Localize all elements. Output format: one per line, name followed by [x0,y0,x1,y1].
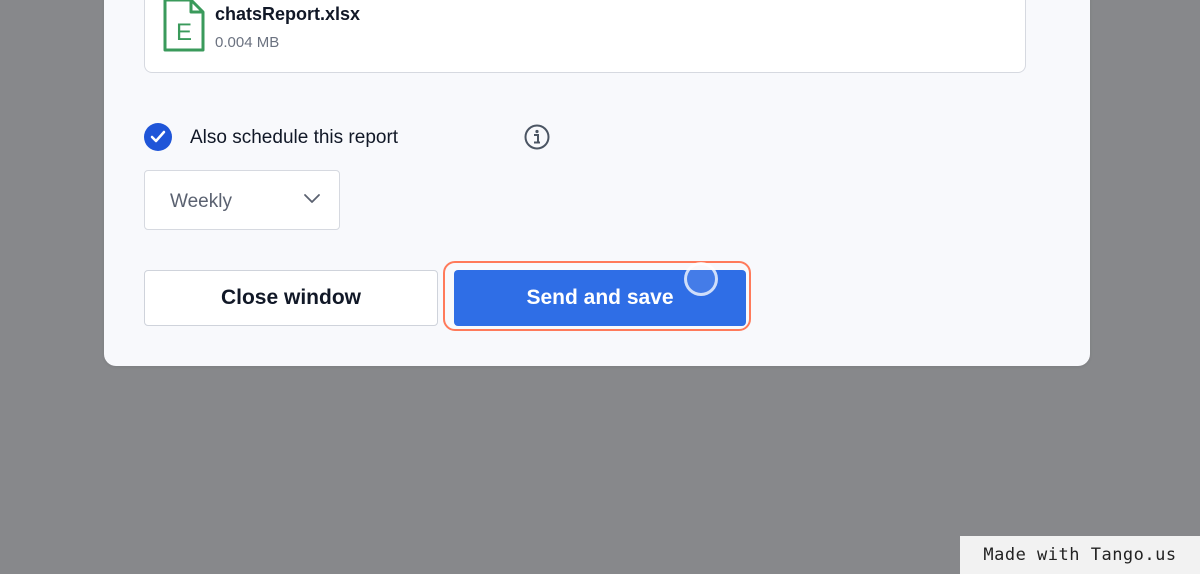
tango-watermark: Made with Tango.us [960,536,1200,574]
schedule-frequency-select[interactable]: Weekly [144,170,340,230]
export-report-modal: E chatsReport.xlsx 0.004 MB Also schedul… [104,0,1090,366]
select-value: Weekly [170,191,232,212]
attachment-card: E chatsReport.xlsx 0.004 MB [144,0,1026,73]
file-name: chatsReport.xlsx [215,4,361,24]
schedule-checkbox[interactable] [144,123,172,151]
click-indicator [684,262,718,296]
excel-file-icon: E [161,0,207,54]
checkmark-icon [150,130,166,143]
chevron-down-icon [303,192,321,210]
schedule-label: Also schedule this report [190,127,399,148]
info-icon[interactable] [523,123,551,151]
file-size: 0.004 MB [215,34,280,51]
file-icon-letter: E [176,19,192,46]
close-window-button[interactable]: Close window [144,270,438,326]
